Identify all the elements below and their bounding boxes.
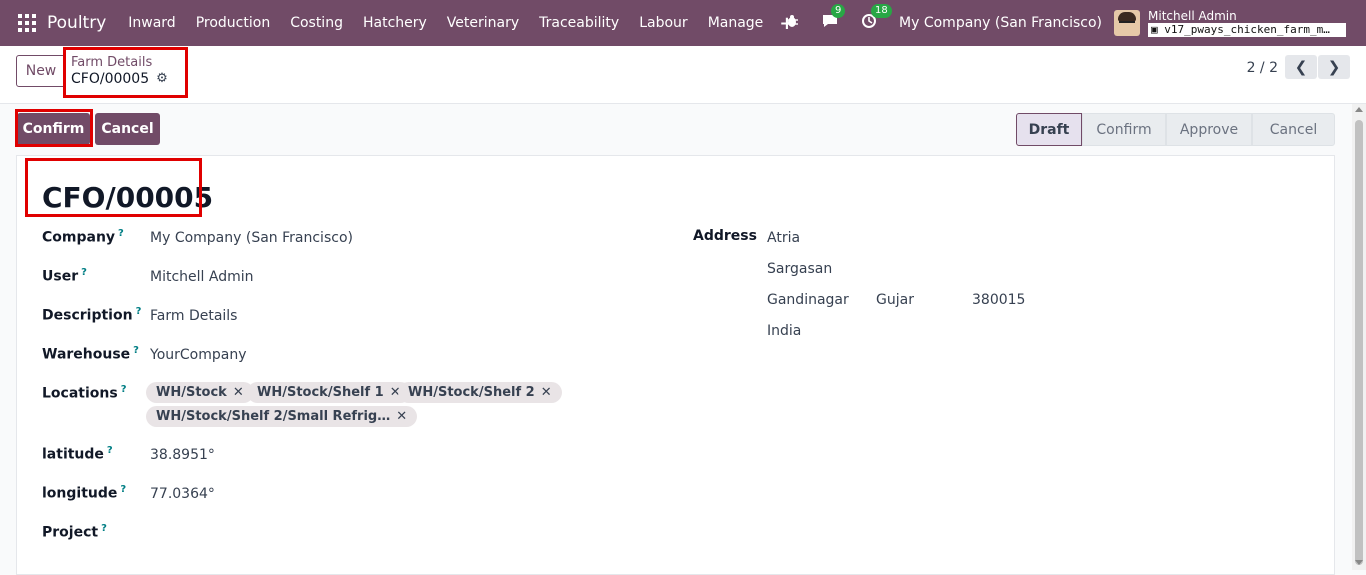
warehouse-field[interactable]: YourCompany	[150, 347, 247, 363]
database-name-text: v17_pways_chicken_farm_m…	[1164, 23, 1330, 36]
help-tooltip-icon[interactable]: ?	[107, 445, 113, 456]
location-tag-label: WH/Stock/Shelf 2/Small Refrig…	[156, 409, 391, 424]
country-field[interactable]: India	[767, 323, 801, 339]
menu-costing[interactable]: Costing	[280, 15, 353, 31]
stage-cancel[interactable]: Cancel	[1252, 113, 1335, 146]
menu-production[interactable]: Production	[186, 15, 280, 31]
state-field[interactable]: Gujara	[876, 292, 914, 308]
chat-badge: 9	[831, 4, 846, 18]
user-menu[interactable]: Mitchell Admin ▣ v17_pways_chicken_farm_…	[1148, 9, 1346, 37]
breadcrumb-current-label: CFO/00005	[71, 71, 150, 87]
location-tag[interactable]: WH/Stock/Shelf 2 ✕	[398, 382, 562, 403]
warehouse-label-text: Warehouse	[42, 346, 131, 363]
remove-tag-icon[interactable]: ✕	[233, 385, 244, 400]
location-tag[interactable]: WH/Stock ✕	[146, 382, 254, 403]
remove-tag-icon[interactable]: ✕	[541, 385, 552, 400]
help-tooltip-icon[interactable]: ?	[81, 267, 87, 278]
project-label: Project?	[42, 523, 107, 541]
description-label: Description?	[42, 306, 141, 324]
form-sheet: CFO/00005 Company? My Company (San Franc…	[16, 155, 1335, 575]
stage-confirm[interactable]: Confirm	[1082, 113, 1166, 146]
user-label-text: User	[42, 268, 79, 285]
status-bar: Draft Confirm Approve Cancel	[1016, 113, 1335, 146]
description-field[interactable]: Farm Details	[150, 308, 237, 324]
menu-inward[interactable]: Inward	[118, 15, 185, 31]
project-field[interactable]	[150, 525, 450, 543]
menu-veterinary[interactable]: Veterinary	[437, 15, 529, 31]
street2-field[interactable]: Sargasan	[767, 261, 832, 277]
zip-field[interactable]: 380015	[972, 292, 1025, 308]
help-tooltip-icon[interactable]: ?	[118, 228, 124, 239]
scroll-down-arrow-icon[interactable]	[1355, 560, 1363, 565]
location-tag-label: WH/Stock	[156, 385, 227, 400]
chevron-right-icon: ❯	[1327, 58, 1341, 76]
help-tooltip-icon[interactable]: ?	[136, 306, 142, 317]
latitude-label: latitude?	[42, 445, 113, 463]
longitude-label: longitude?	[42, 484, 126, 502]
breadcrumb-parent[interactable]: Farm Details	[71, 55, 168, 70]
help-tooltip-icon[interactable]: ?	[120, 484, 126, 495]
breadcrumb-current: CFO/00005 ⚙	[71, 70, 168, 88]
database-name: ▣ v17_pways_chicken_farm_m…	[1148, 23, 1346, 37]
chevron-left-icon: ❮	[1294, 58, 1308, 76]
record-title: CFO/00005	[42, 181, 214, 214]
latitude-label-text: latitude	[42, 446, 104, 463]
description-label-text: Description	[42, 307, 133, 324]
user-field[interactable]: Mitchell Admin	[150, 269, 254, 285]
activity-badge: 18	[871, 4, 892, 18]
cancel-button[interactable]: Cancel	[95, 113, 160, 145]
avatar[interactable]	[1114, 10, 1140, 36]
company-label-text: Company	[42, 229, 116, 246]
menu-traceability[interactable]: Traceability	[529, 15, 629, 31]
scrollbar[interactable]	[1352, 104, 1366, 570]
company-switcher[interactable]: My Company (San Francisco)	[899, 15, 1102, 31]
company-field[interactable]: My Company (San Francisco)	[150, 230, 353, 246]
company-label: Company?	[42, 228, 124, 246]
pager-value[interactable]: 2 / 2	[1247, 60, 1278, 76]
longitude-label-text: longitude	[42, 485, 118, 502]
street-field[interactable]: Atria	[767, 230, 800, 246]
user-label: User?	[42, 267, 87, 285]
latitude-field[interactable]: 38.8951°	[150, 447, 215, 463]
help-tooltip-icon[interactable]: ?	[133, 345, 139, 356]
confirm-button[interactable]: Confirm	[17, 113, 90, 145]
user-name: Mitchell Admin	[1148, 9, 1237, 23]
stage-approve[interactable]: Approve	[1166, 113, 1252, 146]
app-name[interactable]: Poultry	[47, 13, 106, 33]
new-button[interactable]: New	[16, 55, 66, 87]
locations-label: Locations?	[42, 384, 127, 402]
location-tag-label: WH/Stock/Shelf 2	[408, 385, 535, 400]
menu-manage[interactable]: Manage	[698, 15, 774, 31]
city-field[interactable]: Gandinagar	[767, 292, 849, 308]
location-tag[interactable]: WH/Stock/Shelf 2/Small Refrig… ✕	[146, 406, 418, 427]
scroll-up-arrow-icon[interactable]	[1355, 107, 1363, 112]
breadcrumb: Farm Details CFO/00005 ⚙	[71, 55, 168, 88]
scroll-thumb[interactable]	[1355, 120, 1363, 565]
help-tooltip-icon[interactable]: ?	[101, 523, 107, 534]
chat-icon[interactable]: 9	[821, 4, 846, 33]
app-menu-icon[interactable]	[18, 14, 36, 32]
top-navbar: Poultry Inward Production Costing Hatche…	[0, 0, 1366, 46]
menu-labour[interactable]: Labour	[629, 15, 697, 31]
bug-icon[interactable]	[785, 14, 799, 32]
locations-label-text: Locations	[42, 385, 118, 402]
stage-draft[interactable]: Draft	[1016, 113, 1082, 146]
address-label: Address	[693, 228, 757, 244]
project-label-text: Project	[42, 524, 99, 541]
control-panel: New Farm Details CFO/00005 ⚙ 2 / 2 ❮ ❯	[0, 46, 1366, 104]
previous-record-button[interactable]: ❮	[1285, 55, 1317, 79]
menu-hatchery[interactable]: Hatchery	[353, 15, 437, 31]
warehouse-label: Warehouse?	[42, 345, 139, 363]
location-tag-label: WH/Stock/Shelf 1	[257, 385, 384, 400]
help-tooltip-icon[interactable]: ?	[121, 384, 127, 395]
gear-icon[interactable]: ⚙	[156, 70, 168, 88]
activity-clock-icon[interactable]: 18	[861, 4, 892, 33]
location-tag[interactable]: WH/Stock/Shelf 1 ✕	[247, 382, 411, 403]
longitude-field[interactable]: 77.0364°	[150, 486, 215, 502]
remove-tag-icon[interactable]: ✕	[396, 409, 407, 424]
next-record-button[interactable]: ❯	[1318, 55, 1350, 79]
